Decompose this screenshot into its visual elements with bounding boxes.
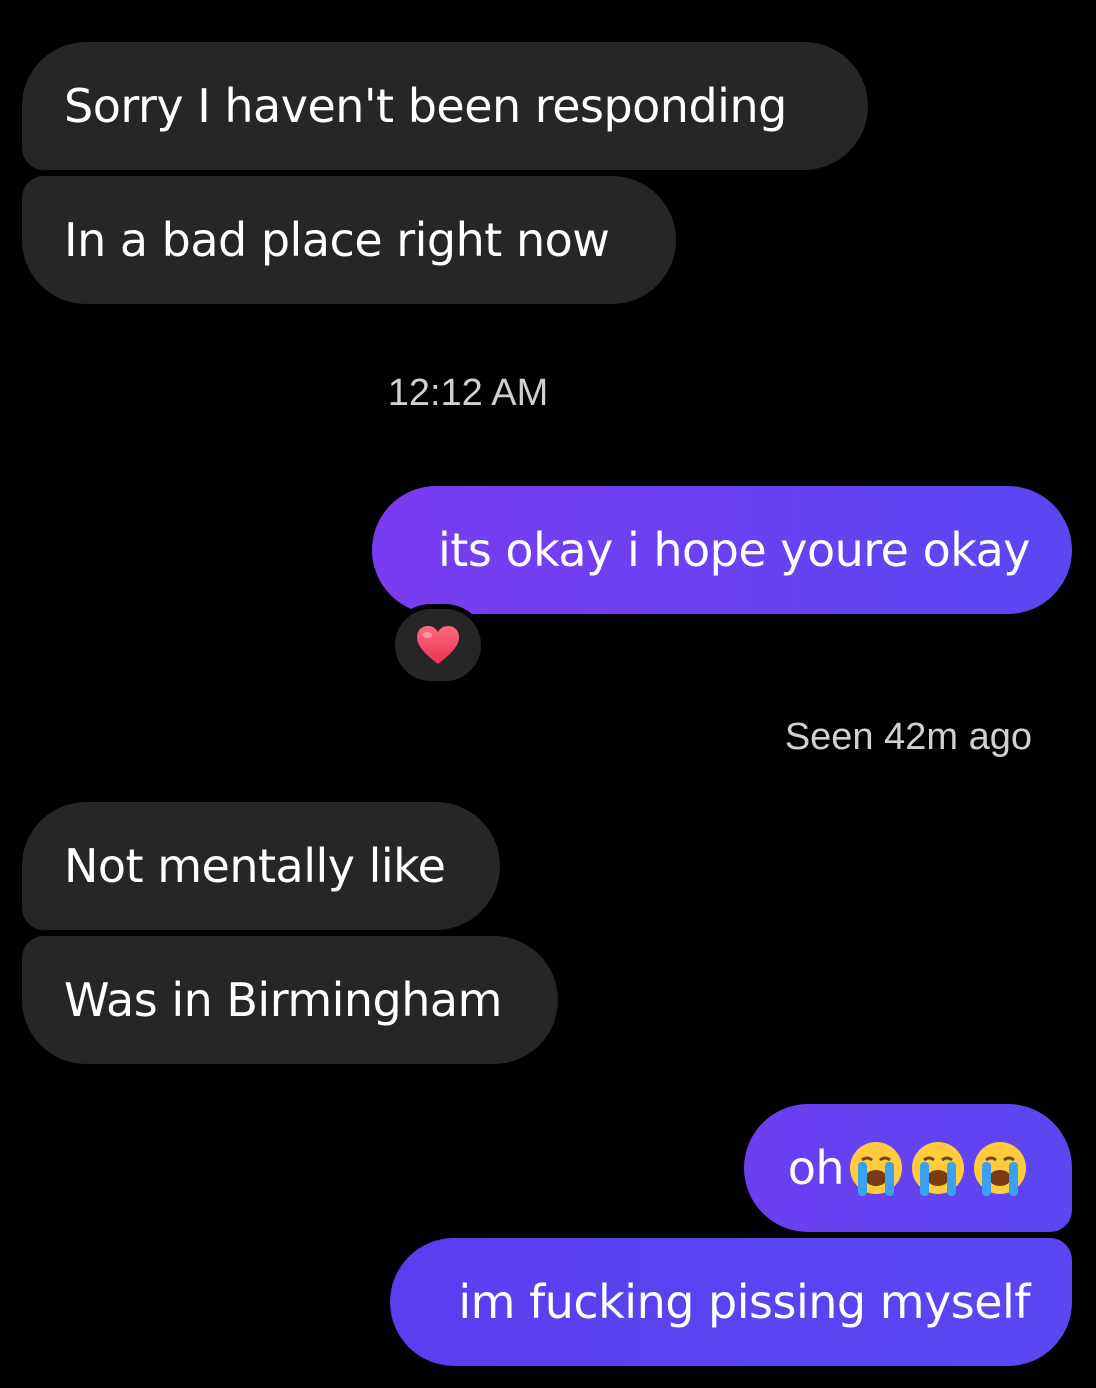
message-incoming[interactable]: Was in Birmingham xyxy=(22,936,558,1064)
message-outgoing[interactable]: its okay i hope youre okay xyxy=(372,486,1072,614)
message-incoming[interactable]: Not mentally like xyxy=(22,802,500,930)
message-outgoing[interactable]: im fucking pissing myself xyxy=(390,1238,1072,1366)
loudly-crying-face-icon xyxy=(850,1142,902,1196)
reaction-badge[interactable] xyxy=(390,604,486,686)
message-outgoing[interactable]: oh xyxy=(744,1104,1072,1232)
seen-status: Seen 42m ago xyxy=(784,716,1032,758)
message-text: Sorry I haven't been responding xyxy=(64,79,787,133)
emoji-group xyxy=(848,1140,1028,1196)
loudly-crying-face-icon xyxy=(974,1142,1026,1196)
timestamp: 12:12 AM xyxy=(387,372,549,414)
message-text: im fucking pissing myself xyxy=(458,1275,1030,1329)
message-text: In a bad place right now xyxy=(64,213,610,267)
message-incoming[interactable]: In a bad place right now xyxy=(22,176,676,304)
heart-icon xyxy=(417,626,459,664)
message-text: Was in Birmingham xyxy=(64,973,502,1027)
message-text: Not mentally like xyxy=(64,839,446,893)
message-text: its okay i hope youre okay xyxy=(438,523,1030,577)
loudly-crying-face-icon xyxy=(912,1142,964,1196)
message-incoming[interactable]: Sorry I haven't been responding xyxy=(22,42,868,170)
message-text: oh xyxy=(787,1141,845,1195)
